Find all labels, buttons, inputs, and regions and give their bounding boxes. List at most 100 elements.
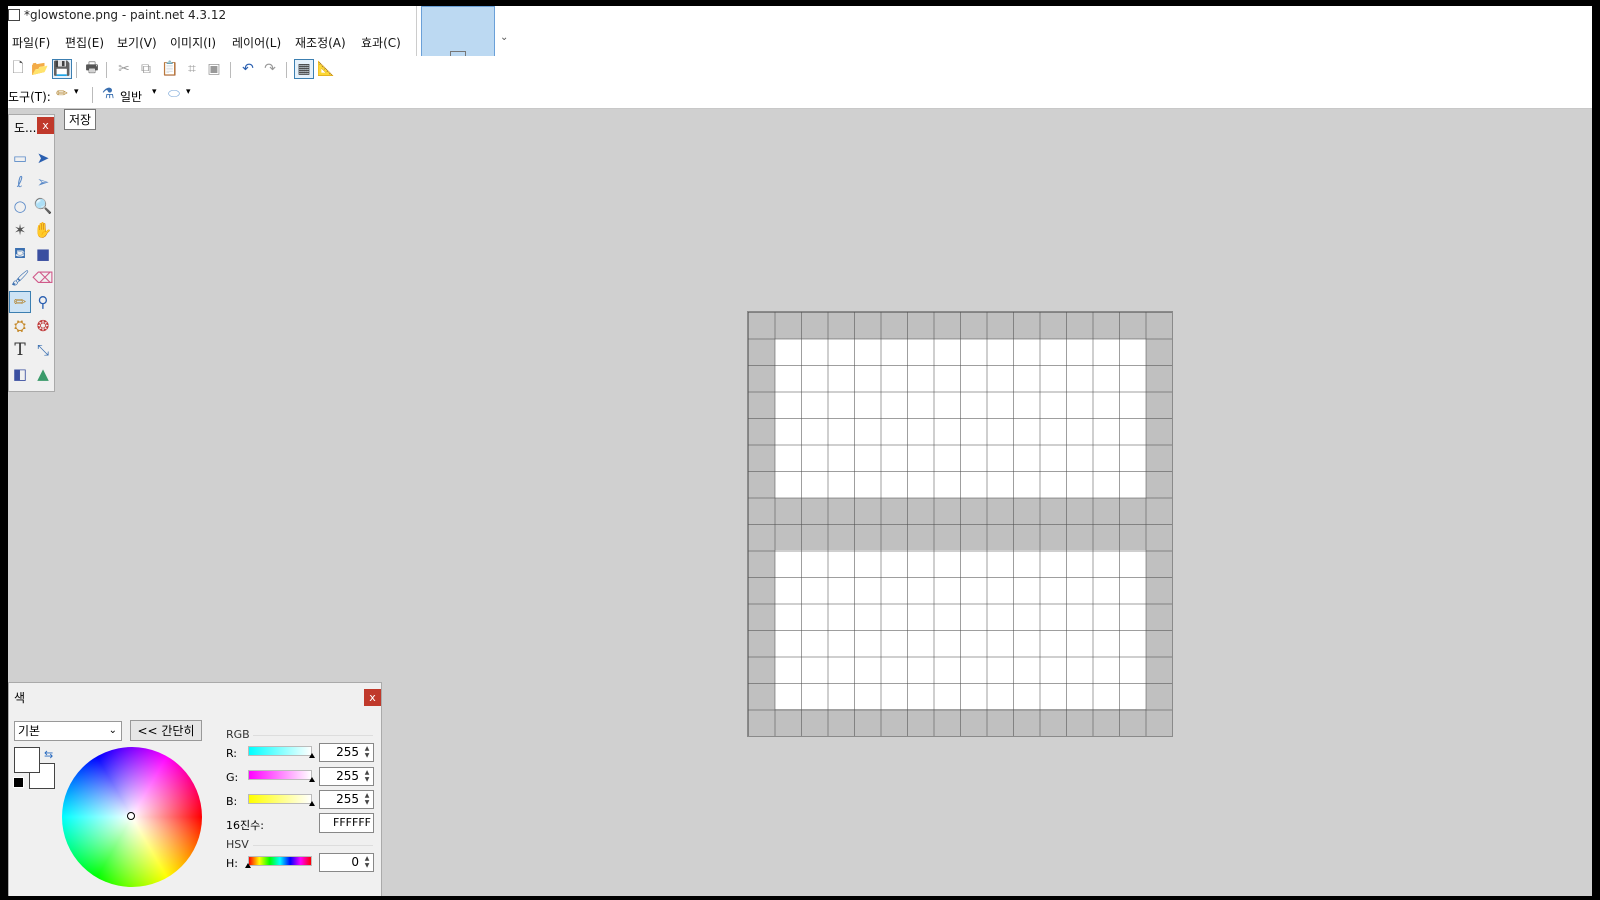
g-input[interactable]: 255 ▲ ▼ bbox=[319, 767, 374, 786]
title-bar: *glowstone.png - paint.net 4.3.12 bbox=[8, 6, 1592, 24]
b-input[interactable]: 255 ▲ ▼ bbox=[319, 790, 374, 809]
print-icon[interactable]: 🖶 bbox=[82, 59, 102, 79]
h-input[interactable]: 0 ▲ ▼ bbox=[319, 853, 374, 872]
copy-icon[interactable]: ⧉ bbox=[136, 59, 156, 79]
crop-icon[interactable]: ⌗ bbox=[182, 59, 202, 79]
tool-dropdown-icon[interactable]: ▾ bbox=[74, 87, 79, 97]
pixel-grid-icon[interactable]: ▦ bbox=[294, 59, 314, 79]
rectangle-select-icon[interactable]: ▭ bbox=[9, 147, 31, 169]
hsv-divider bbox=[253, 845, 373, 846]
save-icon[interactable]: 💾 bbox=[52, 59, 72, 79]
r-label: R: bbox=[226, 747, 238, 760]
rgb-divider bbox=[253, 735, 373, 736]
r-input[interactable]: 255 ▲ ▼ bbox=[319, 743, 374, 762]
h-value: 0 bbox=[351, 855, 359, 869]
b-slider[interactable] bbox=[248, 794, 312, 804]
paintnet-window: *glowstone.png - paint.net 4.3.12 파일(F) … bbox=[8, 6, 1592, 896]
colors-window: 색 x 기본 ⌄ << 간단히 ⇆ RGB R: 255 ▲ ▼ G: 255 ▲ ▼ … bbox=[8, 682, 382, 896]
tab-list-chevron-icon[interactable]: ⌄ bbox=[500, 32, 508, 43]
undo-icon[interactable]: ↶ bbox=[238, 59, 258, 79]
hex-input[interactable]: FFFFFF bbox=[319, 813, 374, 833]
color-wheel-marker[interactable] bbox=[127, 812, 135, 820]
r-slider-thumb[interactable] bbox=[309, 753, 315, 758]
quality-dropdown-icon[interactable]: ▾ bbox=[186, 87, 191, 97]
shapes-icon[interactable]: ◧ bbox=[9, 363, 31, 385]
color-picker-icon[interactable]: ⚲ bbox=[32, 291, 54, 313]
deselect-icon[interactable]: ▣ bbox=[204, 59, 224, 79]
tools-window: 도... x ▭ ➤ ℓ ➢ ○ 🔍 ✶ ✋ ⛾ ■ 🖌 ⌫ ✏ ⚲ ⛭ ❂ T… bbox=[8, 114, 55, 392]
move-selection-icon[interactable]: ➢ bbox=[32, 171, 54, 193]
paste-icon[interactable]: 📋 bbox=[160, 59, 180, 79]
menu-edit[interactable]: 편집(E) bbox=[65, 34, 104, 51]
menu-adjustments[interactable]: 재조정(A) bbox=[295, 34, 346, 51]
b-slider-thumb[interactable] bbox=[309, 801, 315, 806]
app-icon bbox=[8, 9, 20, 21]
b-value: 255 bbox=[336, 792, 359, 806]
tool-label: 도구(T): bbox=[8, 90, 51, 104]
h-spinner-icon[interactable]: ▲ ▼ bbox=[362, 855, 372, 870]
colors-close-icon[interactable]: x bbox=[364, 689, 381, 706]
tab-divider bbox=[416, 6, 417, 56]
blend-mode-icon: ⚗ bbox=[101, 86, 115, 102]
tools-close-icon[interactable]: x bbox=[37, 117, 54, 134]
ellipse-select-icon[interactable]: ○ bbox=[9, 195, 31, 217]
paint-bucket-icon[interactable]: ⛾ bbox=[9, 243, 31, 265]
swap-colors-icon[interactable]: ⇆ bbox=[44, 748, 53, 761]
menu-layers[interactable]: 레이어(L) bbox=[232, 34, 281, 51]
gradient-icon[interactable]: ■ bbox=[32, 243, 54, 265]
h-label: H: bbox=[226, 857, 238, 870]
blend-mode-select[interactable]: 일반 bbox=[120, 88, 142, 105]
hex-label: 16진수: bbox=[226, 819, 264, 832]
menu-image[interactable]: 이미지(I) bbox=[170, 34, 216, 51]
selection-quality-icon[interactable]: ⬭ bbox=[164, 84, 184, 104]
menu-view[interactable]: 보기(V) bbox=[117, 34, 157, 51]
main-toolbar: 🗋 📂 💾 🖶 ✂ ⧉ 📋 ⌗ ▣ ↶ ↷ ▦ 📐 bbox=[8, 56, 1592, 82]
b-label: B: bbox=[226, 795, 238, 808]
h-slider[interactable] bbox=[248, 856, 312, 866]
separator bbox=[230, 62, 231, 78]
pan-icon[interactable]: ✋ bbox=[32, 219, 54, 241]
line-curve-icon[interactable]: ⤡ bbox=[32, 339, 54, 361]
image-canvas[interactable] bbox=[748, 312, 1172, 736]
palette-select[interactable]: 기본 ⌄ bbox=[14, 721, 122, 741]
open-file-icon[interactable]: 📂 bbox=[30, 59, 50, 79]
zoom-icon[interactable]: 🔍 bbox=[32, 195, 54, 217]
g-spinner-icon[interactable]: ▲ ▼ bbox=[362, 769, 372, 784]
pencil-tool-icon[interactable]: ✏ bbox=[52, 84, 72, 104]
colors-title: 색 bbox=[14, 691, 26, 705]
cut-icon[interactable]: ✂ bbox=[114, 59, 134, 79]
menu-file[interactable]: 파일(F) bbox=[12, 34, 50, 51]
magic-wand-icon[interactable]: ✶ bbox=[9, 219, 31, 241]
separator bbox=[286, 62, 287, 78]
separator bbox=[76, 62, 77, 78]
h-slider-thumb[interactable] bbox=[245, 863, 251, 868]
paintbrush-icon[interactable]: 🖌 bbox=[9, 267, 31, 289]
lasso-select-icon[interactable]: ℓ bbox=[9, 171, 31, 193]
primary-color-swatch[interactable] bbox=[14, 747, 40, 773]
simple-mode-button[interactable]: << 간단히 bbox=[130, 720, 202, 741]
text-tool-icon[interactable]: T bbox=[9, 339, 31, 361]
g-value: 255 bbox=[336, 769, 359, 783]
redo-icon[interactable]: ↷ bbox=[260, 59, 280, 79]
reset-colors-icon[interactable] bbox=[13, 777, 24, 788]
r-slider[interactable] bbox=[248, 746, 312, 756]
g-slider[interactable] bbox=[248, 770, 312, 780]
pencil-icon[interactable]: ✏ bbox=[9, 291, 31, 313]
eraser-icon[interactable]: ⌫ bbox=[32, 267, 54, 289]
b-spinner-icon[interactable]: ▲ ▼ bbox=[362, 792, 372, 807]
blend-mode-dropdown-icon[interactable]: ▾ bbox=[152, 87, 157, 97]
recolor-icon[interactable]: ❂ bbox=[32, 315, 54, 337]
r-value: 255 bbox=[336, 745, 359, 759]
tooltip: 저장 bbox=[64, 109, 97, 130]
r-spinner-icon[interactable]: ▲ ▼ bbox=[362, 745, 372, 760]
separator bbox=[92, 87, 93, 103]
menu-effects[interactable]: 효과(C) bbox=[361, 34, 401, 51]
tools-title: 도... bbox=[14, 121, 37, 135]
pixel-grid-overlay bbox=[748, 312, 1172, 736]
clone-stamp-icon[interactable]: ⛭ bbox=[9, 315, 31, 337]
g-slider-thumb[interactable] bbox=[309, 777, 315, 782]
rulers-icon[interactable]: 📐 bbox=[316, 59, 336, 79]
new-file-icon[interactable]: 🗋 bbox=[8, 59, 28, 79]
rgb-header: RGB bbox=[226, 728, 250, 741]
move-selected-icon[interactable]: ➤ bbox=[32, 147, 54, 169]
